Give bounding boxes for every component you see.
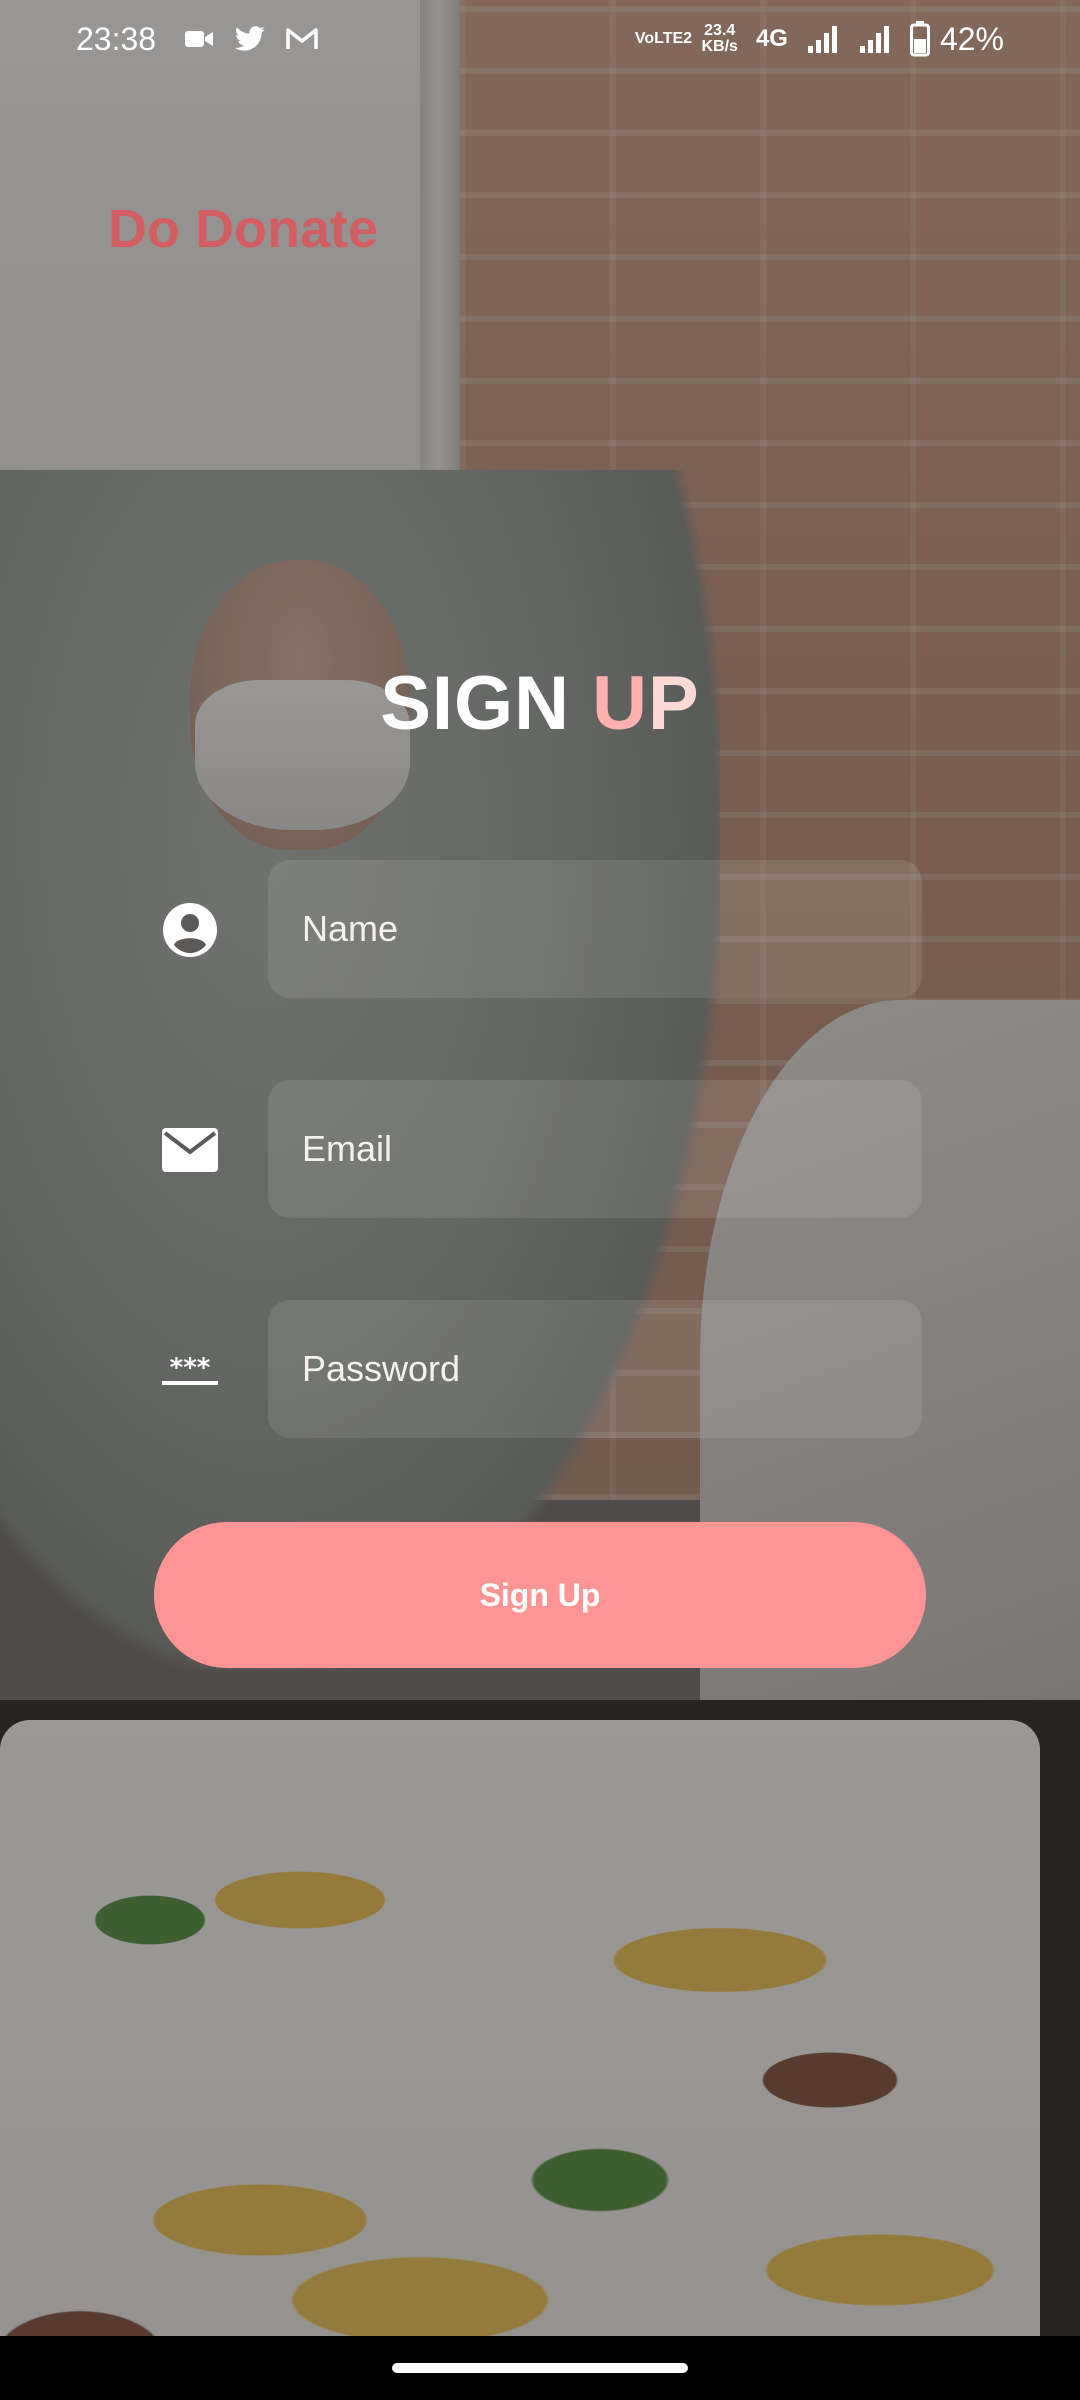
mail-icon bbox=[160, 1120, 220, 1180]
twitter-icon bbox=[234, 25, 266, 53]
password-dots-icon: *** bbox=[160, 1340, 220, 1400]
network-type: 4G bbox=[755, 25, 788, 52]
password-input[interactable] bbox=[268, 1300, 922, 1438]
signal-strength-icon-2 bbox=[858, 24, 892, 54]
volte-indicator: VoLTE2 bbox=[634, 30, 693, 47]
password-field-row: *** bbox=[0, 1300, 1080, 1438]
signal-strength-icon bbox=[806, 24, 840, 54]
name-input[interactable] bbox=[268, 860, 922, 998]
account-circle-icon bbox=[160, 900, 220, 960]
sign-up-button[interactable]: Sign Up bbox=[154, 1522, 926, 1668]
page-title-part-3: P bbox=[648, 661, 700, 746]
page-title-part-1: SIGN bbox=[380, 661, 571, 746]
network-speed-value: 23.4 bbox=[704, 22, 736, 39]
gmail-icon bbox=[286, 27, 318, 51]
network-speed-unit: KB/s bbox=[701, 38, 738, 55]
name-field-row bbox=[0, 860, 1080, 998]
status-left: 23:38 bbox=[76, 21, 338, 58]
video-camera-icon bbox=[184, 28, 214, 50]
signup-screen: 23:38 VoLTE2 23.4 KB/s 4G 42% Do Donate … bbox=[0, 0, 1080, 2400]
page-title: SIGN UP bbox=[0, 660, 1080, 747]
status-time: 23:38 bbox=[76, 20, 157, 57]
svg-text:***: *** bbox=[170, 1353, 211, 1383]
status-bar: 23:38 VoLTE2 23.4 KB/s 4G 42% bbox=[0, 0, 1080, 78]
battery-percentage: 42% bbox=[939, 20, 1004, 57]
app-brand-title: Do Donate bbox=[108, 199, 378, 259]
email-input[interactable] bbox=[268, 1080, 922, 1218]
email-field-row bbox=[0, 1080, 1080, 1218]
status-right: VoLTE2 23.4 KB/s 4G 42% bbox=[625, 21, 1004, 58]
home-indicator[interactable] bbox=[392, 2363, 688, 2373]
network-speed: 23.4 KB/s bbox=[701, 23, 737, 55]
page-title-part-2: U bbox=[570, 661, 649, 746]
battery-icon bbox=[909, 21, 930, 57]
